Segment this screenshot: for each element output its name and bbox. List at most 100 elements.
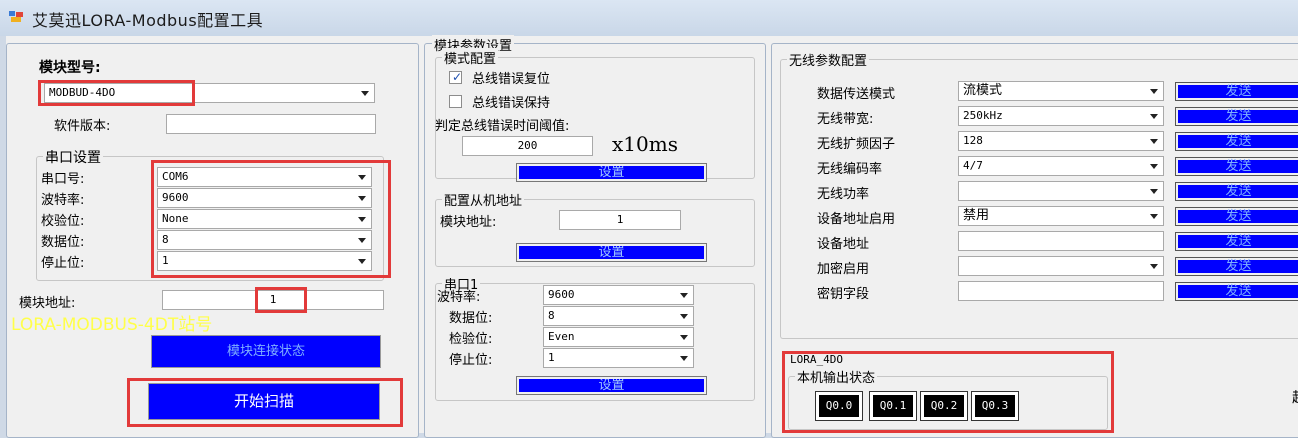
wireless-row-select[interactable]	[958, 256, 1164, 276]
left-panel: 模块型号: MODBUD-4DO 软件版本: 串口设置 串口号: COM6 波特…	[6, 43, 419, 438]
s1-parity-select[interactable]: Even	[543, 327, 694, 347]
chevron-down-icon	[361, 91, 369, 96]
output-highlight	[782, 351, 1114, 433]
wireless-row-value: 250kHz	[963, 109, 1003, 122]
mode-config-title: 模式配置	[442, 48, 499, 67]
send-button[interactable]: 发送	[1175, 182, 1298, 201]
send-button[interactable]: 发送	[1175, 132, 1298, 151]
send-button-label: 发送	[1178, 285, 1298, 298]
wireless-row-value: 流模式	[963, 83, 1003, 98]
chevron-down-icon	[680, 356, 688, 361]
serial-highlight	[151, 160, 391, 278]
send-button-label: 发送	[1178, 260, 1298, 273]
wireless-row-field[interactable]	[958, 231, 1164, 251]
right-panel: 无线参数配置 数据传送模式 流模式 发送 无线带宽: 250kHz 发送 无线扩频因子 128…	[771, 43, 1298, 438]
title-bar: 艾莫迅LORA-Modbus配置工具	[0, 0, 1298, 36]
chevron-down-icon	[1150, 114, 1158, 119]
send-button[interactable]: 发送	[1175, 82, 1298, 101]
wireless-row-label: 设备地址启用	[817, 212, 896, 227]
slave-address-title: 配置从机地址	[442, 190, 525, 209]
wireless-row-value: 128	[963, 134, 983, 147]
send-button[interactable]: 发送	[1175, 107, 1298, 126]
stopbits-label: 停止位:	[41, 256, 85, 271]
wireless-row-value: 4/7	[963, 159, 983, 172]
address-highlight	[255, 287, 307, 313]
send-button[interactable]: 发送	[1175, 157, 1298, 176]
address-label: 模块地址:	[19, 296, 76, 311]
send-button-label: 发送	[1178, 185, 1298, 198]
app-icon	[9, 11, 23, 22]
bus-error-hold-checkbox[interactable]	[449, 95, 462, 108]
chevron-down-icon	[680, 335, 688, 340]
wireless-row-label: 数据传送模式	[817, 87, 896, 102]
serial1-set-label: 设置	[519, 379, 704, 392]
s1-databits-label: 数据位:	[449, 311, 493, 326]
wireless-params-title: 无线参数配置	[787, 50, 870, 69]
threshold-label: 判定总线错误时间阈值:	[435, 119, 570, 134]
wireless-row-label: 设备地址	[817, 237, 870, 252]
send-button[interactable]: 发送	[1175, 232, 1298, 251]
threshold-unit: x10ms	[612, 132, 678, 156]
wireless-row-select[interactable]: 禁用	[958, 206, 1164, 226]
wireless-row-label: 无线编码率	[817, 162, 883, 177]
wireless-row-select[interactable]: 128	[958, 131, 1164, 151]
chevron-down-icon	[1150, 164, 1158, 169]
wireless-row-select[interactable]: 4/7	[958, 156, 1164, 176]
s1-baud-select[interactable]: 9600	[543, 285, 694, 305]
slave-address-label: 模块地址:	[440, 215, 497, 230]
send-button-label: 发送	[1178, 135, 1298, 148]
threshold-field[interactable]: 200	[462, 136, 593, 156]
baud-label: 波特率:	[41, 193, 85, 208]
wireless-row-select[interactable]	[958, 181, 1164, 201]
s1-parity-value: Even	[548, 330, 575, 343]
send-button-label: 发送	[1178, 210, 1298, 223]
mode-set-button[interactable]: 设置	[516, 163, 707, 182]
wireless-row-label: 无线功率	[817, 187, 870, 202]
send-button-label: 发送	[1178, 160, 1298, 173]
chevron-down-icon	[1150, 264, 1158, 269]
bus-error-reset-checkbox[interactable]: ✓	[449, 70, 463, 84]
wireless-row-value: 禁用	[963, 208, 990, 223]
s1-baud-label: 波特率:	[437, 290, 481, 305]
wireless-row-field[interactable]	[958, 281, 1164, 301]
send-button-label: 发送	[1178, 235, 1298, 248]
check-icon: ✓	[452, 70, 463, 84]
wireless-row-select[interactable]: 流模式	[958, 81, 1164, 101]
parity-label: 校验位:	[41, 214, 85, 229]
chevron-down-icon	[1150, 89, 1158, 94]
wireless-row-label: 无线带宽:	[817, 112, 874, 127]
window-client: 模块型号: MODBUD-4DO 软件版本: 串口设置 串口号: COM6 波特…	[6, 35, 1298, 438]
databits-label: 数据位:	[41, 235, 85, 250]
station-text: LORA-MODBUS-4DT站号	[11, 315, 213, 335]
serial1-set-button[interactable]: 设置	[516, 376, 707, 395]
chevron-down-icon	[680, 293, 688, 298]
send-button[interactable]: 发送	[1175, 257, 1298, 276]
send-button[interactable]: 发送	[1175, 207, 1298, 226]
send-button-label: 发送	[1178, 85, 1298, 98]
window-title: 艾莫迅LORA-Modbus配置工具	[32, 11, 264, 30]
serial-port-label: 串口号:	[41, 172, 85, 187]
wireless-row-select[interactable]: 250kHz	[958, 106, 1164, 126]
version-field[interactable]	[166, 114, 376, 134]
connection-status-button[interactable]: 模块连接状态	[151, 335, 381, 368]
s1-stopbits-label: 停止位:	[449, 353, 493, 368]
s1-databits-value: 8	[548, 309, 555, 322]
s1-databits-select[interactable]: 8	[543, 306, 694, 326]
chevron-down-icon	[1150, 139, 1158, 144]
bus-error-reset-label: 总线错误复位	[472, 72, 551, 87]
slave-address-field[interactable]: 1	[559, 210, 681, 230]
model-highlight	[38, 80, 195, 106]
mode-set-label: 设置	[519, 166, 704, 179]
chevron-down-icon	[1150, 189, 1158, 194]
chevron-down-icon	[680, 314, 688, 319]
chevron-down-icon	[1150, 214, 1158, 219]
model-label: 模块型号:	[39, 60, 101, 76]
slave-set-button[interactable]: 设置	[516, 243, 707, 262]
slave-set-label: 设置	[519, 246, 704, 259]
s1-parity-label: 检验位:	[449, 332, 493, 347]
s1-stopbits-value: 1	[548, 351, 555, 364]
edge-text-fragment: 起	[1292, 387, 1298, 407]
wireless-row-label: 无线扩频因子	[817, 137, 896, 152]
s1-stopbits-select[interactable]: 1	[543, 348, 694, 368]
send-button[interactable]: 发送	[1175, 282, 1298, 301]
